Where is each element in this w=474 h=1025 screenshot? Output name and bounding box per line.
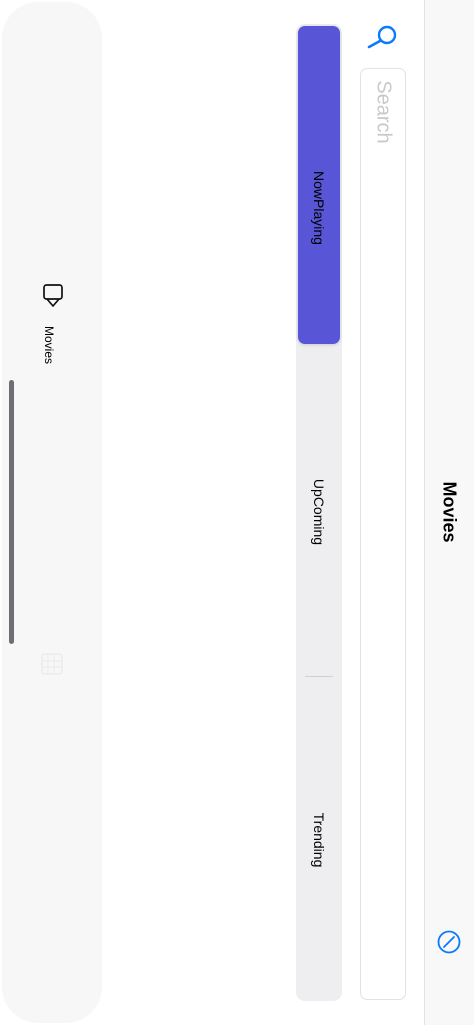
tab-bar: [2, 2, 102, 1023]
tab-movies-label[interactable]: Movies: [42, 326, 56, 364]
scroll-indicator[interactable]: [9, 380, 14, 644]
segment-divider: [305, 676, 333, 677]
search-placeholder: Search: [372, 80, 395, 144]
search-input[interactable]: [360, 68, 406, 1000]
calendar-icon[interactable]: [40, 652, 64, 676]
search-icon[interactable]: [363, 23, 403, 49]
segment-label-upcoming[interactable]: UpComing: [311, 479, 327, 545]
video-camera-icon[interactable]: [42, 283, 64, 309]
segment-label-trending[interactable]: Trending: [311, 813, 327, 868]
compass-icon[interactable]: [437, 930, 461, 954]
nav-title: Movies: [439, 481, 460, 543]
segment-label-nowplaying[interactable]: NowPlaying: [311, 171, 327, 245]
movies-screen: Movies Search NowPlaying UpComing Trendi…: [0, 0, 474, 1025]
category-segmented-control: NowPlaying UpComing Trending: [296, 24, 342, 1001]
